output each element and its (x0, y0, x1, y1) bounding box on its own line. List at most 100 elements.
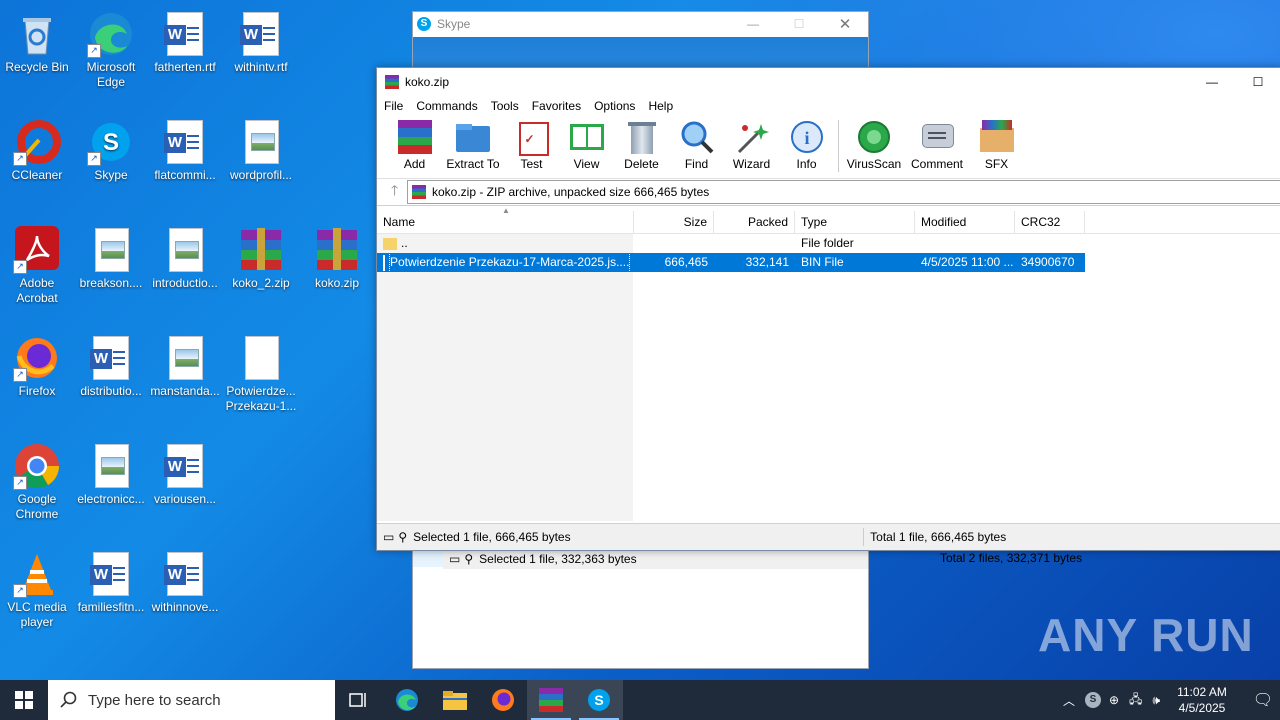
desktop-icon-edge[interactable]: ↗ Microsoft Edge (74, 6, 148, 90)
comment-button[interactable]: Comment (905, 116, 969, 171)
taskbar-firefox[interactable] (479, 680, 527, 720)
folder-icon (443, 691, 467, 710)
taskbar: Type here to search S ︿ S ⊕ 🖧 🕪 11:02 AM… (0, 680, 1280, 720)
skype-titlebar[interactable]: S Skype — ☐ ✕ (413, 12, 868, 36)
test-button[interactable]: ✓ Test (504, 116, 559, 171)
maximize-button[interactable]: ☐ (776, 17, 822, 31)
minimize-button[interactable]: — (1189, 75, 1235, 89)
desktop-icon-label: wordprofil... (229, 168, 293, 182)
menu-help[interactable]: Help (641, 99, 679, 113)
start-button[interactable] (0, 680, 48, 720)
delete-button[interactable]: Delete (614, 116, 669, 171)
desktop-icon-file[interactable]: W withintv.rtf (224, 6, 298, 75)
menu-favorites[interactable]: Favorites (525, 99, 587, 113)
minimize-button[interactable]: — (730, 17, 776, 31)
maximize-button[interactable]: ☐ (1235, 75, 1280, 89)
taskbar-file-explorer[interactable] (431, 680, 479, 720)
extract-to-button[interactable]: Extract To (442, 116, 504, 171)
skype-tray-icon[interactable]: S (1084, 692, 1101, 708)
clock[interactable]: 11:02 AM 4/5/2025 (1170, 684, 1234, 716)
menu-commands[interactable]: Commands (409, 99, 483, 113)
address-field[interactable]: koko.zip - ZIP archive, unpacked size 66… (407, 180, 1280, 204)
info-button[interactable]: i Info (779, 116, 834, 171)
shortcut-arrow-icon: ↗ (13, 368, 27, 382)
desktop-icon-file[interactable]: electronicc... (74, 438, 148, 507)
table-row[interactable]: .. File folder (377, 234, 1280, 253)
desktop-icon-ccleaner[interactable]: ↗ CCleaner (0, 114, 74, 183)
file-size (634, 234, 714, 253)
taskbar-skype[interactable]: S (575, 680, 623, 720)
winrar-archive-icon (237, 226, 285, 274)
desktop-icon-vlc[interactable]: ↗ VLC media player (0, 546, 74, 630)
menu-file[interactable]: File (377, 99, 409, 113)
desktop-icon-acrobat[interactable]: ↗ Adobe Acrobat (0, 222, 74, 306)
desktop-icon-skype[interactable]: S ↗ Skype (74, 114, 148, 183)
menu-options[interactable]: Options (587, 99, 641, 113)
task-view-button[interactable] (335, 680, 383, 720)
desktop-icon-file[interactable]: wordprofil... (224, 114, 298, 183)
desktop-icon-file[interactable]: W familiesfitn... (74, 546, 148, 615)
word-doc-icon: W (161, 118, 209, 166)
desktop-icon-label: flatcommi... (154, 168, 216, 182)
notification-icon[interactable]: 🗨 (1246, 690, 1280, 710)
taskbar-winrar[interactable] (527, 680, 575, 720)
column-crc32[interactable]: CRC32 (1015, 211, 1085, 233)
desktop-icon-file[interactable]: breakson.... (74, 222, 148, 291)
key-icon: ⚲ (398, 530, 408, 544)
column-type[interactable]: Type (795, 211, 915, 233)
menu-tools[interactable]: Tools (484, 99, 525, 113)
skype-statusbar: ▭ ⚲ Selected 1 file, 332,363 bytes (443, 548, 868, 569)
desktop-icon-file[interactable]: W flatcommi... (148, 114, 222, 183)
chrome-icon: ↗ (13, 442, 61, 490)
desktop-icon-koko-2-zip[interactable]: koko_2.zip (224, 222, 298, 291)
winrar-window[interactable]: koko.zip — ☐ File Commands Tools Favorit… (376, 67, 1280, 551)
search-placeholder: Type here to search (88, 691, 221, 709)
desktop-icon-file[interactable]: W variousen... (148, 438, 222, 507)
view-button[interactable]: View (559, 116, 614, 171)
wizard-button[interactable]: Wizard (724, 116, 779, 171)
image-file-icon (237, 118, 285, 166)
close-button[interactable]: ✕ (822, 15, 868, 33)
find-button[interactable]: Find (669, 116, 724, 171)
network-icon[interactable]: 🖧 (1129, 690, 1142, 711)
desktop-icon-file[interactable]: W distributio... (74, 330, 148, 399)
desktop-icon-firefox[interactable]: ↗ Firefox (0, 330, 74, 399)
winrar-titlebar[interactable]: koko.zip — ☐ (377, 68, 1280, 96)
virusscan-icon (857, 120, 891, 154)
view-icon (569, 120, 604, 154)
acrobat-icon: ↗ (13, 226, 61, 274)
add-label: Add (403, 157, 426, 171)
sfx-button[interactable]: SFX (969, 116, 1024, 171)
search-icon (60, 691, 77, 708)
desktop-icon-koko-zip[interactable]: koko.zip (300, 222, 374, 291)
sfx-label: SFX (984, 157, 1009, 171)
file-packed (714, 234, 795, 253)
chevron-up-icon[interactable]: ︿ (1063, 692, 1075, 709)
window-title: Skype (437, 17, 471, 31)
column-modified[interactable]: Modified (915, 211, 1015, 233)
virusscan-button[interactable]: VirusScan (843, 116, 905, 171)
volume-icon[interactable]: 🕪 (1152, 693, 1160, 708)
table-row[interactable]: Potwierdzenie Przekazu-17-Marca-2025.js.… (377, 253, 1085, 272)
desktop-icon-label: koko_2.zip (232, 276, 290, 290)
desktop-icon-recycle-bin[interactable]: Recycle Bin (0, 6, 74, 75)
status-left: Selected 1 file, 332,363 bytes (479, 552, 637, 566)
column-packed[interactable]: Packed (714, 211, 795, 233)
desktop-icon-file[interactable]: W withinnove... (148, 546, 222, 615)
desktop-icon-file[interactable]: introductio... (148, 222, 222, 291)
desktop-icon-label: Firefox (18, 384, 56, 398)
image-file-icon (87, 226, 135, 274)
desktop-icon-file[interactable]: W fatherten.rtf (148, 6, 222, 75)
taskbar-edge[interactable] (383, 680, 431, 720)
up-arrow-icon[interactable]: 🡑 (391, 180, 398, 204)
device-icon[interactable]: ⊕ (1109, 693, 1119, 707)
desktop-icon-file[interactable]: manstanda... (148, 330, 222, 399)
desktop-icon-label: electronicc... (77, 492, 145, 506)
add-button[interactable]: Add (387, 116, 442, 171)
drive-icon: ▭ (449, 552, 461, 566)
file-type: File folder (801, 236, 854, 250)
desktop-icon-file[interactable]: Potwierdze... Przekazu-1... (224, 330, 298, 414)
search-input[interactable]: Type here to search (48, 680, 335, 720)
column-size[interactable]: Size (634, 211, 714, 233)
desktop-icon-chrome[interactable]: ↗ Google Chrome (0, 438, 74, 522)
